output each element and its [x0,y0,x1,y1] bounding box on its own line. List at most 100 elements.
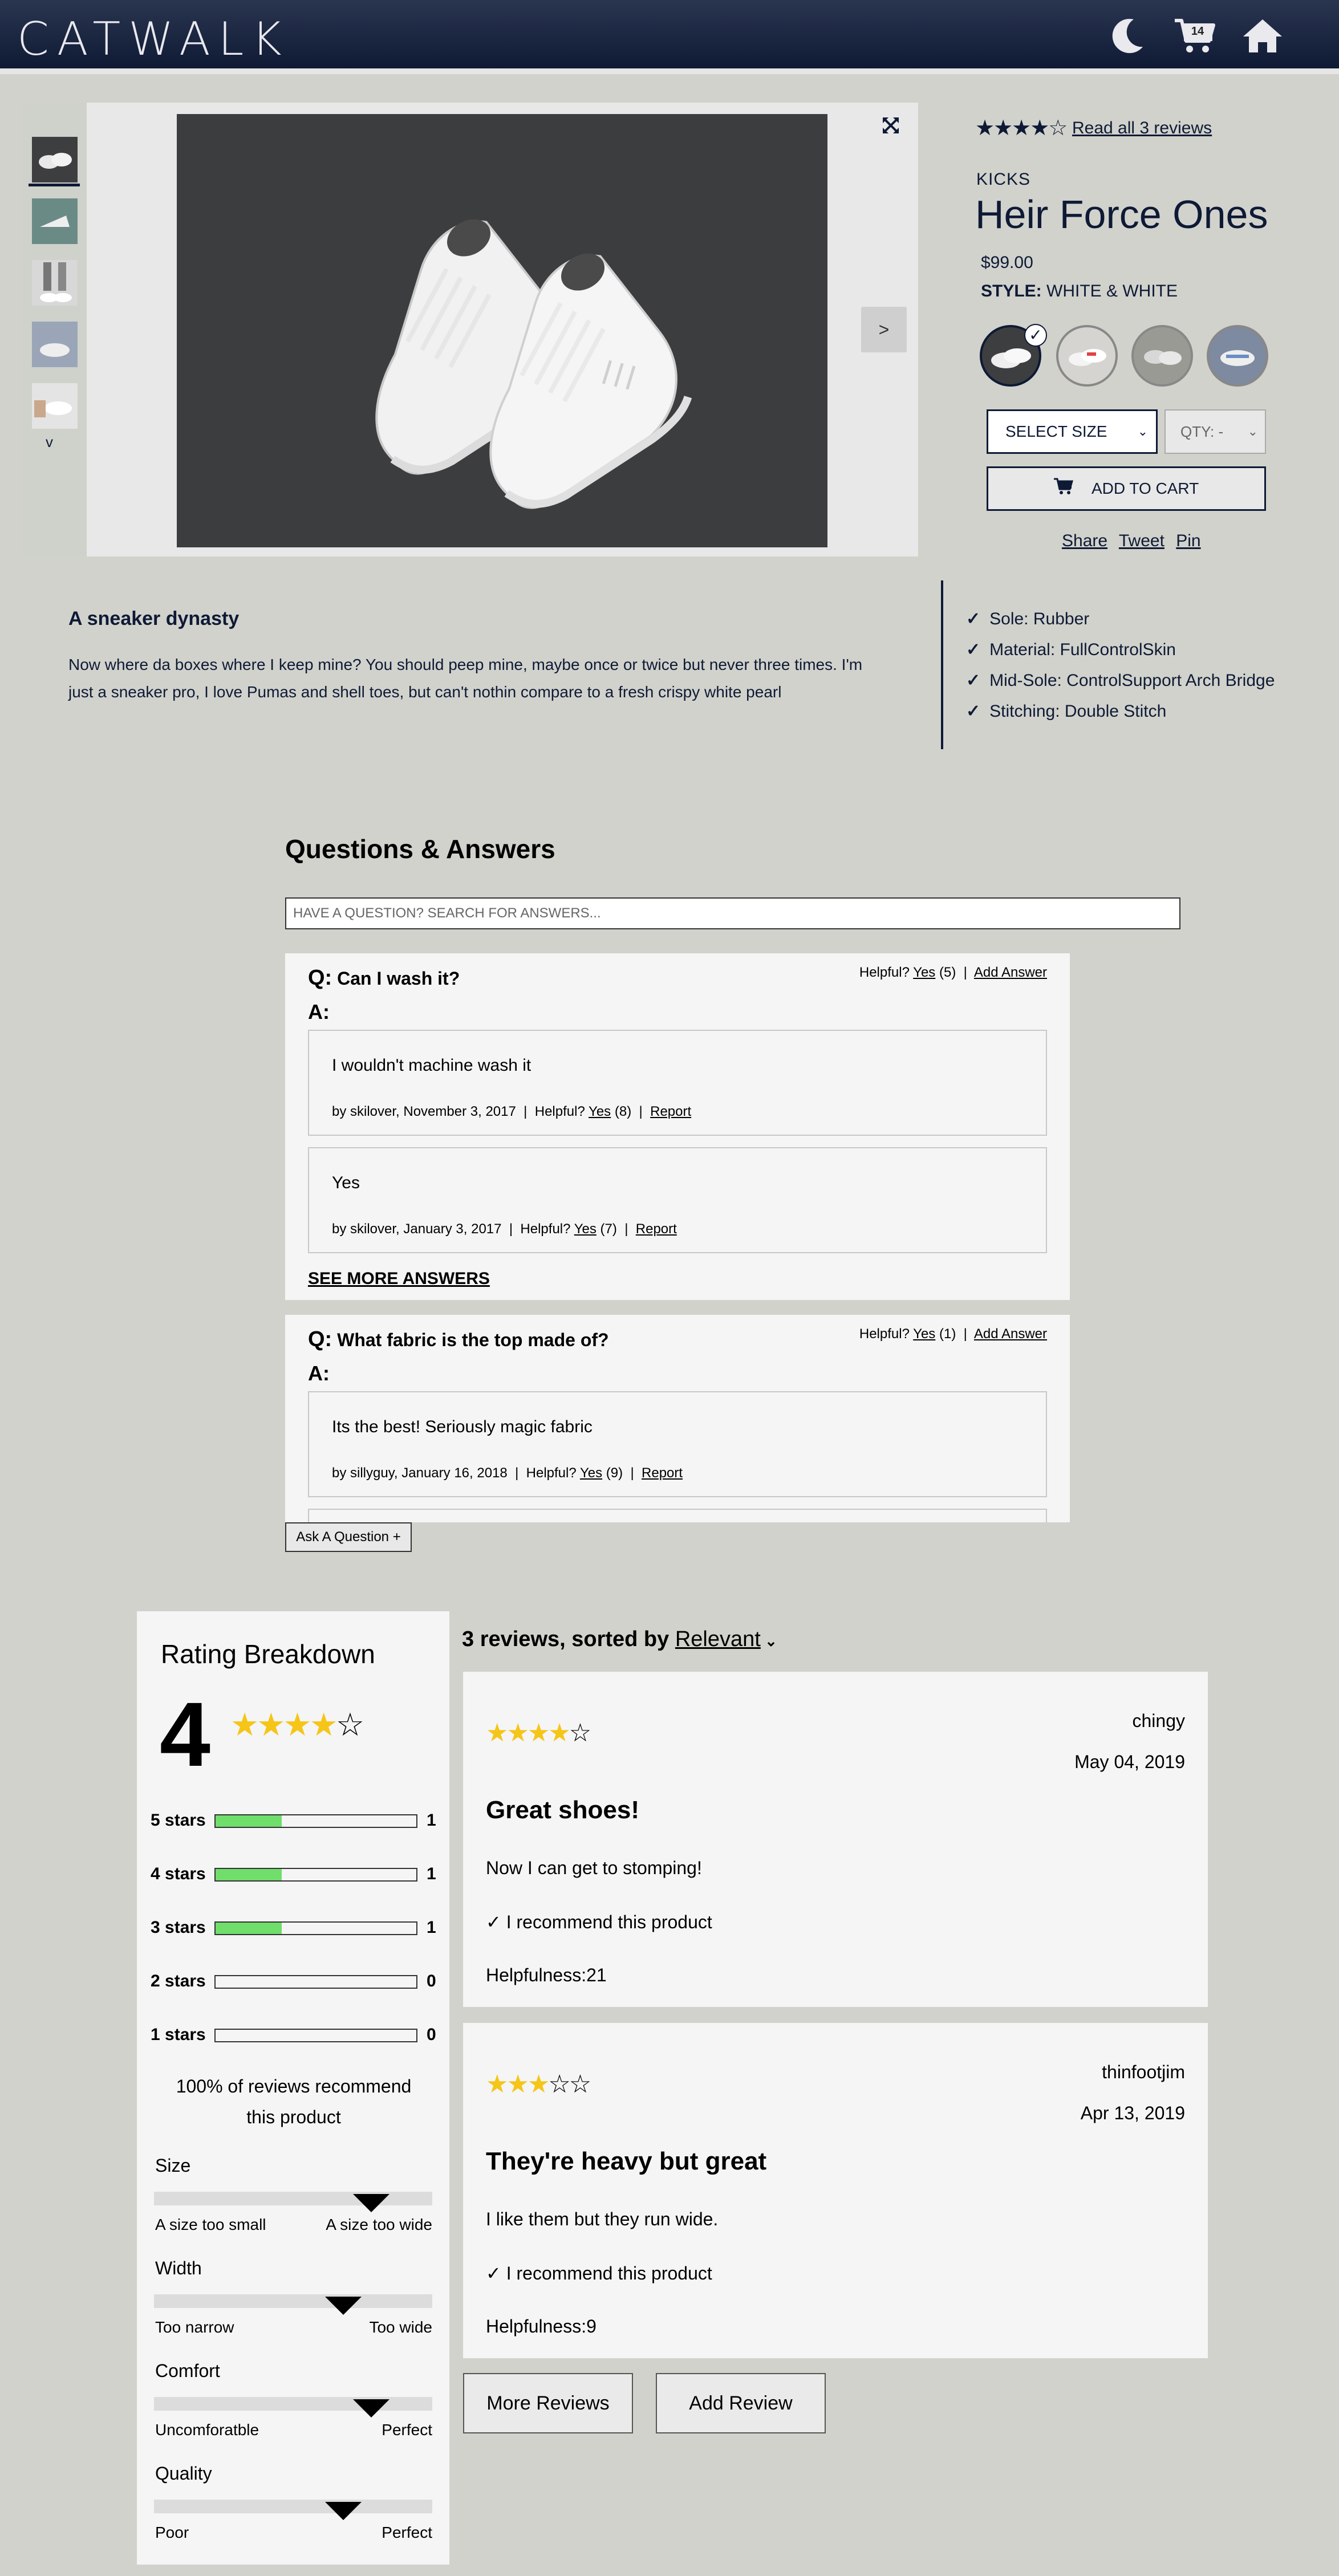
rating-bar[interactable] [214,1868,417,1882]
feature-item: ✓ Sole: Rubber [966,609,1089,629]
style-value: WHITE & WHITE [1046,282,1178,300]
report-link[interactable]: Report [650,1104,691,1119]
add-to-cart-label: ADD TO CART [1091,480,1199,497]
add-review-button[interactable]: Add Review [656,2373,826,2433]
review-date: May 04, 2019 [1074,1752,1185,1772]
ask-question-button[interactable]: Ask A Question + [285,1522,412,1552]
helpful-yes-link[interactable]: Yes [589,1104,611,1119]
answer-text: Yes [332,1173,360,1192]
report-link[interactable]: Report [636,1221,677,1237]
site-logo[interactable]: CATWALK [17,13,290,66]
style-swatch[interactable] [1131,325,1193,387]
selected-style: STYLE: WHITE & WHITE [981,282,1178,301]
thumbnail-image[interactable] [32,137,78,182]
review-username: chingy [1132,1710,1186,1731]
helpful-yes-link[interactable]: Yes [580,1465,602,1481]
review-card: ★★★★☆ chingy May 04, 2019 Great shoes! N… [463,1672,1208,2007]
question-card: Q: What fabric is the top made of? Helpf… [285,1315,1070,1522]
characteristic-track [154,2192,432,2205]
quantity-select[interactable]: QTY: - ⌄ [1164,409,1266,454]
report-link[interactable]: Report [642,1465,683,1481]
add-answer-link[interactable]: Add Answer [974,965,1047,980]
answer-meta: by skilover, November 3, 2017 | Helpful?… [332,1104,692,1119]
characteristic-name: Comfort [155,2360,220,2381]
rating-bar-fill [216,1869,282,1880]
rating-bar[interactable] [214,2029,417,2042]
review-card: ★★★☆☆ thinfootjim Apr 13, 2019 They're h… [463,2023,1208,2358]
sort-select[interactable]: Relevant [675,1627,761,1651]
thumbnail-image[interactable] [32,383,78,429]
rating-bar-label: 2 stars [151,1972,206,1990]
next-image-button[interactable]: > [861,307,907,352]
style-swatch[interactable] [1056,325,1118,387]
review-date: Apr 13, 2019 [1080,2103,1185,2123]
feature-item: ✓ Material: FullControlSkin [966,640,1176,660]
review-helpfulness[interactable]: Helpfulness:9 [486,2316,597,2337]
rating-bar[interactable] [214,1814,417,1828]
description-divider [941,580,943,749]
rating-bar-label: 5 stars [151,1811,206,1830]
rating-bar[interactable] [214,1921,417,1935]
answer-label: A: [308,1362,330,1385]
thumbnail-image[interactable] [32,322,78,367]
answer-label: A: [308,1000,330,1023]
checkmark-icon: ✓ [966,702,981,721]
share-link[interactable]: Share [1062,531,1107,550]
helpful-yes-link[interactable]: Yes [913,1326,935,1342]
rating-bar-row[interactable]: 3 stars 1 [151,1916,441,1939]
qa-search-input[interactable]: HAVE A QUESTION? SEARCH FOR ANSWERS... [285,897,1180,929]
characteristic-track [154,2294,432,2308]
characteristic-name: Width [155,2258,202,2278]
add-answer-link[interactable]: Add Answer [974,1326,1047,1342]
product-description: Now where da boxes where I keep mine? Yo… [68,656,863,701]
size-select[interactable]: SELECT SIZE ⌄ [987,409,1158,454]
characteristic-marker [324,2502,362,2520]
rating-bar-row[interactable]: 2 stars 0 [151,1969,441,1992]
thumbnail-image[interactable] [32,260,78,306]
rating-bar-row[interactable]: 5 stars 1 [151,1809,441,1831]
more-reviews-button[interactable]: More Reviews [463,2373,633,2433]
rating-bar-fill [216,1923,282,1934]
characteristic-high-label: Too wide [369,2318,432,2336]
home-icon[interactable] [1241,17,1284,58]
recommend-percentage: 100% of reviews recommend this product [176,2076,412,2127]
question-text: Q: What fabric is the top made of? [308,1327,609,1351]
add-to-cart-button[interactable]: ADD TO CART [987,466,1266,511]
chevron-down-icon: ⌄ [1247,424,1258,438]
answer-meta: by skilover, January 3, 2017 | Helpful? … [332,1221,677,1237]
style-label: STYLE: [981,282,1042,300]
thumbnail-scroll-down-button[interactable]: v [46,433,53,451]
rating-bar-row[interactable]: 1 stars 0 [151,2023,441,2046]
review-summary: Great shoes! [486,1796,639,1824]
reviews-sort-header: 3 reviews, sorted by Relevant ⌄ [462,1627,777,1651]
read-all-reviews-link[interactable]: Read all 3 reviews [1072,119,1212,138]
helpful-yes-link[interactable]: Yes [913,965,935,980]
tweet-link[interactable]: Tweet [1119,531,1164,550]
moon-icon[interactable] [1111,17,1145,58]
rating-bar-count: 1 [427,1918,436,1937]
see-more-answers-link[interactable]: SEE MORE ANSWERS [308,1269,490,1289]
checkmark-icon: ✓ [966,671,981,690]
cart-count-badge: 14 [1191,25,1204,38]
average-rating-stars: ★★★★☆ [230,1707,364,1742]
rating-bar[interactable] [214,1975,417,1989]
rating-bar-label: 4 stars [151,1864,206,1883]
review-body: Now I can get to stomping! [486,1858,702,1878]
style-swatch[interactable] [1207,325,1268,387]
chevron-down-icon[interactable]: ⌄ [761,1632,777,1649]
characteristic-high-label: A size too wide [326,2216,432,2233]
rating-bar-row[interactable]: 4 stars 1 [151,1862,441,1885]
review-helpfulness[interactable]: Helpfulness:21 [486,1965,607,1986]
feature-text: Mid-Sole: ControlSupport Arch Bridge [989,671,1275,690]
characteristic-track [154,2500,432,2513]
thumbnail-image[interactable] [32,198,78,244]
characteristic-high-label: Perfect [382,2524,432,2541]
answer-item: I wouldn't machine wash it by skilover, … [308,1030,1047,1136]
pin-link[interactable]: Pin [1176,531,1200,550]
expand-icon[interactable] [883,117,899,136]
answer-meta: by sillyguy, January 16, 2018 | Helpful?… [332,1465,683,1481]
review-recommend: ✓ I recommend this product [486,1912,712,1932]
characteristic-low-label: Poor [155,2524,189,2541]
helpful-yes-link[interactable]: Yes [574,1221,597,1237]
main-product-image[interactable] [177,114,827,547]
